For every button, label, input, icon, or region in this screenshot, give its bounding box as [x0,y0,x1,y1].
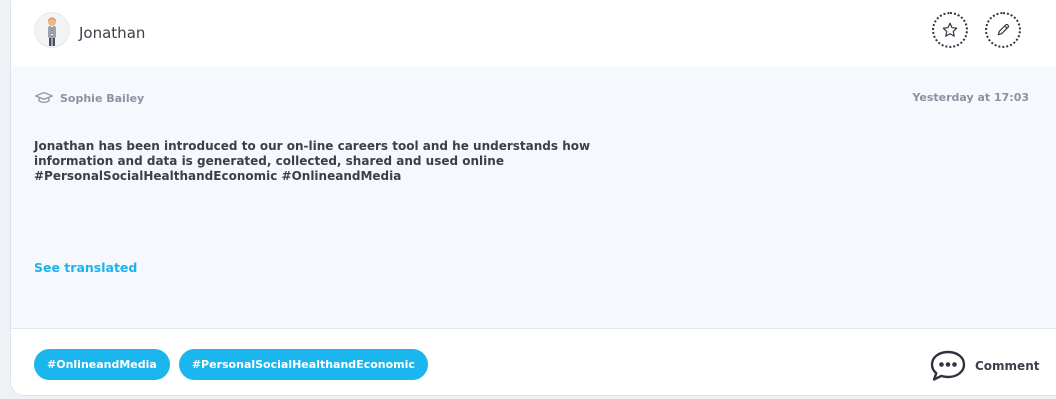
graduation-cap-icon [35,91,53,103]
speech-bubble-icon [930,350,966,381]
author-name: Sophie Bailey [60,91,145,105]
see-translated-link[interactable]: See translated [34,260,137,275]
star-icon [942,22,958,37]
post-body: Sophie Bailey Yesterday at 17:03 Jonatha… [11,67,1056,329]
card-footer: #OnlineandMedia #PersonalSocialHealthand… [11,329,1056,395]
favorite-button[interactable] [932,12,968,48]
author-row: Sophie Bailey [34,91,144,105]
card-header: Jonathan [11,0,1056,68]
pencil-icon [997,23,1010,36]
post-timestamp: Yesterday at 17:03 [912,91,1029,104]
comment-button[interactable]: Comment [929,349,1039,383]
avatar [34,12,70,48]
tag-online-and-media[interactable]: #OnlineandMedia [34,349,170,380]
tag-list: #OnlineandMedia #PersonalSocialHealthand… [34,349,428,380]
observation-card: Jonathan Sophie Bailey Yesterday at 17:0… [10,0,1056,396]
edit-button[interactable] [985,12,1021,48]
tag-personal-social-health-and-economic[interactable]: #PersonalSocialHealthandEconomic [178,349,428,380]
student-avatar-illustration [48,17,56,46]
comment-label: Comment [975,359,1040,373]
student-name[interactable]: Jonathan [79,23,145,43]
post-text: Jonathan has been introduced to our on-l… [34,139,591,183]
